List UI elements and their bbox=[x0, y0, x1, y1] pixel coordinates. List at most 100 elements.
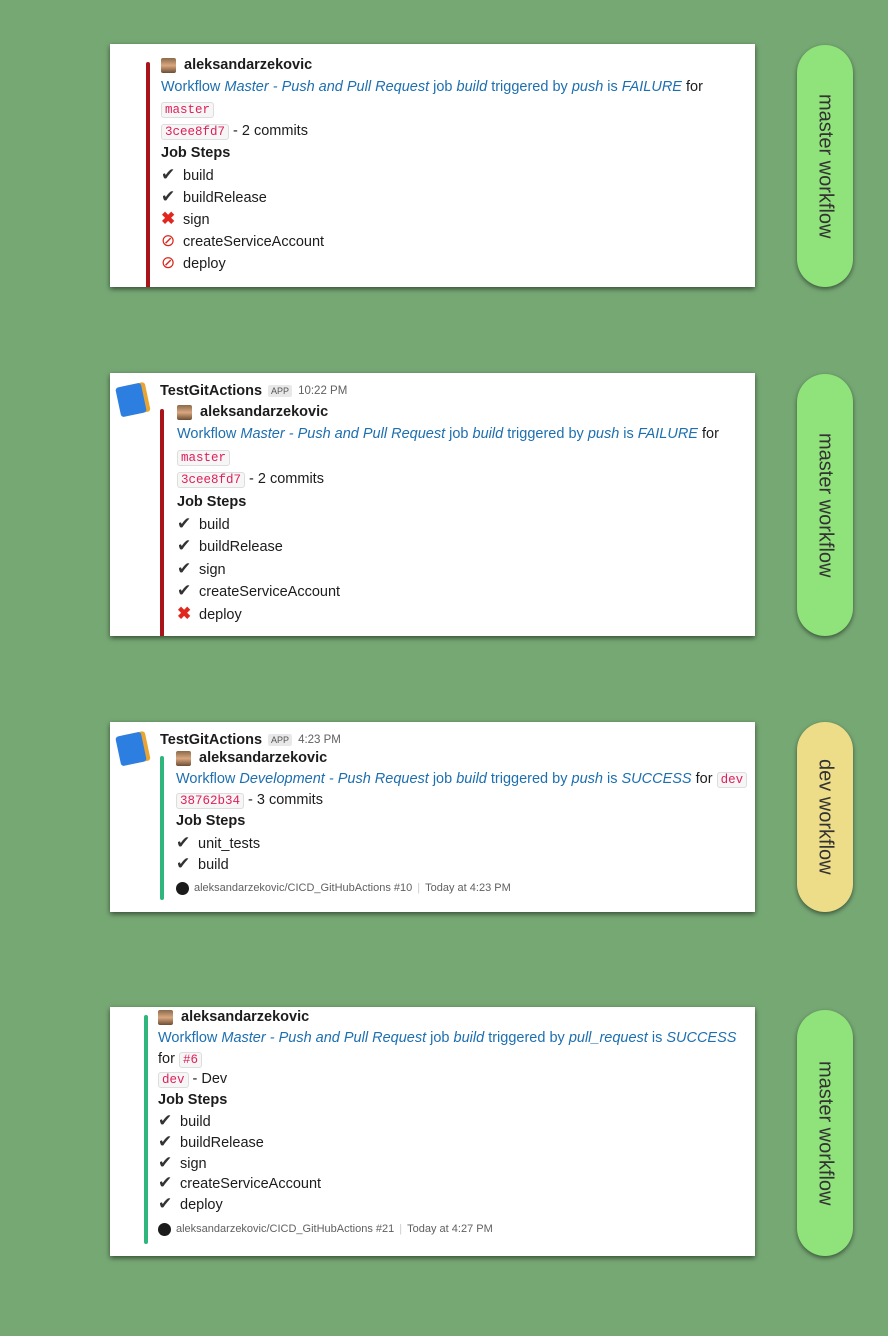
message-mid3: is bbox=[647, 1029, 667, 1046]
text-line: Workflow Master - Push and Pull Request … bbox=[177, 423, 719, 445]
avatar bbox=[176, 751, 191, 766]
text-line: Workflow Master - Push and Pull Request … bbox=[161, 76, 703, 98]
message-mid1: job bbox=[426, 1029, 454, 1046]
text-line: Job Steps bbox=[176, 811, 747, 832]
step-label: createServiceAccount bbox=[180, 1176, 322, 1193]
text-line: 38762b34 - 3 commits bbox=[176, 790, 747, 811]
commit-code[interactable]: 38762b34 bbox=[176, 793, 245, 809]
job-step: ✔ build bbox=[176, 853, 747, 874]
check-icon: ✔ bbox=[161, 187, 176, 206]
attachment-content: aleksandarzekovic Workflow Development - … bbox=[176, 748, 748, 899]
job-step: ✔ buildRelease bbox=[158, 1132, 736, 1153]
step-label: sign bbox=[199, 561, 226, 578]
message-workflow: Development - Push Request bbox=[239, 771, 429, 787]
step-label: createServiceAccount bbox=[199, 584, 341, 601]
message-mid3: is bbox=[602, 771, 622, 787]
workflow-link[interactable]: Workflow Master - Push and Pull Request … bbox=[158, 1030, 736, 1046]
pr-code[interactable]: #6 bbox=[178, 1051, 202, 1068]
attachment-content: aleksandarzekovic Workflow Master - Push … bbox=[158, 1007, 736, 1240]
message-suffix: for bbox=[697, 426, 719, 443]
commit-code[interactable]: 3cee8fd7 bbox=[161, 124, 230, 140]
text-line: aleksandarzekovic bbox=[158, 1007, 736, 1028]
for-text: for bbox=[158, 1050, 179, 1067]
app-badge: APP bbox=[268, 734, 293, 746]
text-line: aleksandarzekovic/CICD_GitHubActions #21… bbox=[158, 1219, 736, 1240]
message-job: build bbox=[472, 426, 504, 443]
text-line: Job Steps bbox=[161, 142, 703, 164]
message-trigger: push bbox=[571, 79, 604, 95]
step-label: build bbox=[183, 168, 214, 184]
text-line: aleksandarzekovic/CICD_GitHubActions #10… bbox=[176, 878, 747, 899]
footer-separator: | bbox=[399, 1222, 403, 1235]
github-icon bbox=[176, 882, 189, 895]
text-line: 3cee8fd7 - 2 commits bbox=[177, 468, 719, 490]
branch-code: dev bbox=[716, 772, 748, 788]
text-line: master bbox=[177, 446, 719, 468]
branch-code: master bbox=[161, 102, 215, 118]
avatar bbox=[158, 1009, 173, 1025]
message-card: TestGitActions APP 10:22 PM aleksandarzekov… bbox=[110, 373, 755, 636]
job-step: ✖ deploy bbox=[177, 603, 719, 625]
message-header: TestGitActions APP 10:22 PM bbox=[160, 383, 347, 399]
check-icon: ✔ bbox=[176, 854, 191, 873]
no-entry-icon: ⊘ bbox=[161, 253, 176, 272]
text-line: dev - Dev bbox=[158, 1069, 736, 1090]
step-label: deploy bbox=[199, 606, 242, 623]
job-step: ✔ build bbox=[177, 513, 719, 535]
job-steps-title: Job Steps bbox=[158, 1092, 228, 1109]
step-label: build bbox=[199, 516, 230, 533]
message-header: TestGitActions APP 4:23 PM bbox=[160, 732, 341, 748]
app-badge: APP bbox=[268, 385, 293, 397]
step-label: buildRelease bbox=[183, 190, 267, 206]
job-step: ✔ build bbox=[161, 164, 703, 186]
no-entry-icon: ⊘ bbox=[161, 231, 176, 250]
workflow-label-pill: master workflow bbox=[797, 374, 853, 636]
message-card: aleksandarzekovic Workflow Master - Push … bbox=[110, 44, 755, 287]
message-mid1: job bbox=[429, 79, 457, 95]
workflow-link[interactable]: Workflow Development - Push Request job … bbox=[176, 771, 692, 787]
message-time[interactable]: 4:23 PM bbox=[298, 734, 341, 746]
step-label: buildRelease bbox=[180, 1134, 264, 1151]
footer-repo[interactable]: aleksandarzekovic/CICD_GitHubActions #10 bbox=[194, 878, 412, 899]
footer-separator: | bbox=[417, 882, 421, 894]
workflow-link[interactable]: Workflow Master - Push and Pull Request … bbox=[177, 426, 698, 442]
cross-icon: ✖ bbox=[161, 209, 176, 228]
app-name[interactable]: TestGitActions bbox=[160, 732, 262, 748]
check-icon: ✔ bbox=[158, 1152, 173, 1172]
github-icon bbox=[158, 1222, 171, 1236]
message-time[interactable]: 10:22 PM bbox=[298, 385, 347, 397]
author-name[interactable]: aleksandarzekovic bbox=[200, 401, 328, 423]
check-icon: ✔ bbox=[177, 581, 192, 601]
message-prefix: Workflow bbox=[158, 1029, 222, 1046]
step-label: build bbox=[180, 1113, 211, 1130]
commit-code[interactable]: 3cee8fd7 bbox=[177, 472, 246, 489]
workflow-label: master workflow bbox=[814, 1060, 837, 1206]
app-name[interactable]: TestGitActions bbox=[160, 383, 262, 399]
text-line: aleksandarzekovic bbox=[161, 54, 703, 76]
author-name[interactable]: aleksandarzekovic bbox=[181, 1007, 309, 1028]
author-name[interactable]: aleksandarzekovic bbox=[199, 748, 327, 769]
workflow-link[interactable]: Workflow Master - Push and Pull Request … bbox=[161, 79, 682, 95]
text-line: Job Steps bbox=[177, 491, 719, 513]
job-step: ✔ createServiceAccount bbox=[158, 1173, 736, 1194]
cross-icon: ✖ bbox=[177, 603, 192, 623]
job-step: ⊘ deploy bbox=[161, 252, 703, 274]
text-line: Workflow Development - Push Request job … bbox=[176, 769, 748, 790]
commit-count: - 2 commits bbox=[229, 123, 308, 139]
message-result: FAILURE bbox=[637, 426, 698, 443]
check-icon: ✔ bbox=[158, 1131, 173, 1151]
check-icon: ✔ bbox=[177, 513, 192, 533]
message-mid2: triggered by bbox=[484, 1029, 569, 1046]
footer-repo[interactable]: aleksandarzekovic/CICD_GitHubActions #21 bbox=[176, 1219, 394, 1240]
job-steps-title: Job Steps bbox=[176, 813, 246, 829]
job-step: ✔ buildRelease bbox=[161, 186, 703, 208]
job-steps-title: Job Steps bbox=[177, 493, 247, 510]
job-step: ⊘ createServiceAccount bbox=[161, 230, 703, 252]
message-result: SUCCESS bbox=[666, 1029, 737, 1046]
message-job: build bbox=[456, 79, 488, 95]
message-prefix: Workflow bbox=[161, 79, 225, 95]
branch-code: master bbox=[177, 449, 231, 466]
check-icon: ✔ bbox=[177, 536, 192, 556]
message-mid2: triggered by bbox=[487, 79, 572, 95]
author-name[interactable]: aleksandarzekovic bbox=[184, 54, 312, 76]
